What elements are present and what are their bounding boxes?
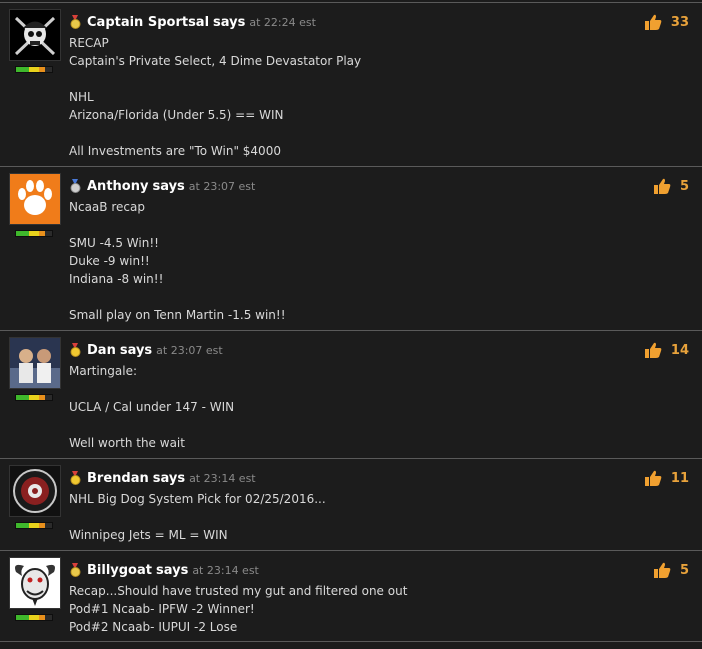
post-line: Indiana -8 win!! <box>69 272 164 286</box>
post-body: Recap...Should have trusted my gut and f… <box>69 582 407 636</box>
post-line: Pod#2 Ncaab- IUPUI -2 Lose <box>69 620 238 634</box>
thumbs-up-icon[interactable] <box>644 469 662 487</box>
post-line: NHL Big Dog System Pick for 02/25/2016..… <box>69 492 326 506</box>
post-line <box>69 216 286 234</box>
author-name[interactable]: Brendan <box>87 471 149 486</box>
like-count: 33 <box>670 14 689 30</box>
post-line: Pod#1 Ncaab- IPFW -2 Winner! <box>69 602 255 616</box>
medal-icon <box>70 343 81 357</box>
tiger-paw-avatar <box>10 174 60 224</box>
post-timestamp: at 23:07 est <box>188 179 256 193</box>
pirate-skull-avatar <box>10 10 60 60</box>
post: Brendan says at 23:14 est NHL Big Dog Sy… <box>0 458 702 550</box>
medal-icon <box>70 471 81 485</box>
post-line <box>69 70 361 88</box>
avatar[interactable] <box>9 337 61 389</box>
post: Anthony says at 23:07 est NcaaB recap SM… <box>0 166 702 330</box>
avatar[interactable] <box>9 465 61 517</box>
post-line: NHL <box>69 90 94 104</box>
post-line: NcaaB recap <box>69 200 145 214</box>
post-line: Winnipeg Jets = ML = WIN <box>69 528 228 542</box>
thumbs-up-icon[interactable] <box>644 13 662 31</box>
photo-avatar <box>10 338 60 388</box>
post-header: Brendan says at 23:14 est <box>69 469 256 487</box>
avatar[interactable] <box>9 173 61 225</box>
like-count: 14 <box>670 342 689 358</box>
post-header: Captain Sportsal says at 22:24 est <box>69 13 316 31</box>
post-timestamp: at 22:24 est <box>249 15 316 29</box>
like-count: 5 <box>679 562 689 578</box>
author-name[interactable]: Billygoat <box>87 563 152 578</box>
post: Dan says at 23:07 est Martingale: UCLA /… <box>0 330 702 458</box>
post: Captain Sportsal says at 22:24 est RECAP… <box>0 2 702 166</box>
medal-icon <box>70 15 81 29</box>
post-timestamp: at 23:14 est <box>189 471 256 485</box>
post-line <box>69 288 286 306</box>
post-body: Martingale: UCLA / Cal under 147 - WIN W… <box>69 362 234 452</box>
post-timestamp: at 23:07 est <box>156 343 223 357</box>
post-header: Anthony says at 23:07 est <box>69 177 255 195</box>
post-line: Martingale: <box>69 364 138 378</box>
like-count: 11 <box>670 470 689 486</box>
reputation-bar <box>15 394 53 401</box>
thumbs-up-icon[interactable] <box>644 341 662 359</box>
post-line: All Investments are "To Win" $4000 <box>69 144 281 158</box>
like-count: 5 <box>679 178 689 194</box>
post-line <box>69 124 361 142</box>
like-control[interactable]: 5 <box>653 177 689 195</box>
medal-icon <box>70 563 81 577</box>
avatar[interactable] <box>9 9 61 61</box>
goat-avatar <box>10 558 60 608</box>
avatar[interactable] <box>9 557 61 609</box>
post-timestamp: at 23:14 est <box>192 563 259 577</box>
post-header: Billygoat says at 23:14 est <box>69 561 259 579</box>
post-line: RECAP <box>69 36 109 50</box>
like-control[interactable]: 14 <box>644 341 689 359</box>
says-label: says <box>119 342 153 358</box>
post-line: Duke -9 win!! <box>69 254 150 268</box>
thumbs-up-icon[interactable] <box>653 561 671 579</box>
post-line <box>69 380 234 398</box>
post-body: NcaaB recap SMU -4.5 Win!! Duke -9 win!! I… <box>69 198 286 324</box>
post-line <box>69 416 234 434</box>
post-line: SMU -4.5 Win!! <box>69 236 159 250</box>
reputation-bar <box>15 522 53 529</box>
like-control[interactable]: 33 <box>644 13 689 31</box>
post-line <box>69 508 326 526</box>
post-line: Captain's Private Select, 4 Dime Devasta… <box>69 54 362 68</box>
reputation-bar <box>15 614 53 621</box>
author-name[interactable]: Anthony <box>87 179 148 194</box>
post-body: NHL Big Dog System Pick for 02/25/2016..… <box>69 490 326 544</box>
post-line: Small play on Tenn Martin -1.5 win!! <box>69 308 286 322</box>
reputation-bar <box>15 230 53 237</box>
post: Billygoat says at 23:14 est Recap...Shou… <box>0 550 702 642</box>
medal-icon <box>70 179 81 193</box>
post-line: Recap...Should have trusted my gut and f… <box>69 584 408 598</box>
says-label: says <box>155 562 189 578</box>
says-label: says <box>213 14 246 30</box>
says-label: says <box>152 470 186 486</box>
post-header: Dan says at 23:07 est <box>69 341 223 359</box>
author-name[interactable]: Captain Sportsal <box>87 15 209 30</box>
author-name[interactable]: Dan <box>87 343 116 358</box>
post-line: Arizona/Florida (Under 5.5) == WIN <box>69 108 284 122</box>
thumbs-up-icon[interactable] <box>653 177 671 195</box>
says-label: says <box>152 178 185 194</box>
post-body: RECAP Captain's Private Select, 4 Dime De… <box>69 34 361 160</box>
post-line: Well worth the wait <box>69 436 185 450</box>
like-control[interactable]: 5 <box>653 561 689 579</box>
like-control[interactable]: 11 <box>644 469 689 487</box>
post-line: UCLA / Cal under 147 - WIN <box>69 400 235 414</box>
badge-avatar <box>10 466 60 516</box>
post-feed: Captain Sportsal says at 22:24 est RECAP… <box>0 0 702 642</box>
reputation-bar <box>15 66 53 73</box>
